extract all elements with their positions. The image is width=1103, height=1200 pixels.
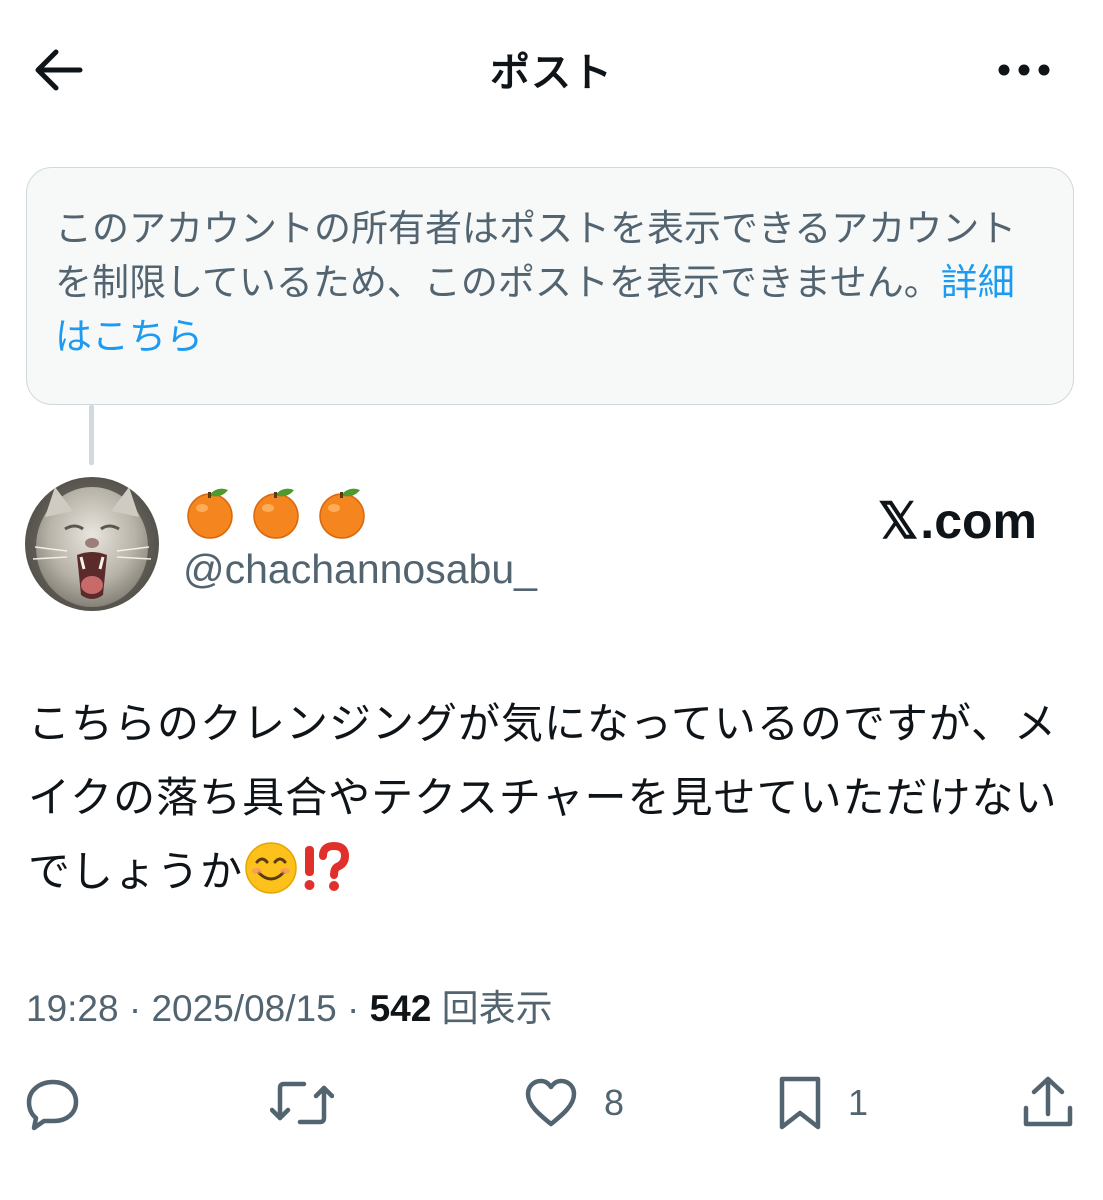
x-com-logo: 𝕏 .com xyxy=(878,492,1037,550)
share-icon xyxy=(1023,1076,1073,1127)
separator-dot: · xyxy=(346,988,360,1029)
reply-button[interactable] xyxy=(24,1068,82,1138)
bookmark-button[interactable]: 1 xyxy=(776,1068,868,1138)
display-name[interactable] xyxy=(184,482,368,542)
action-bar: 8 1 xyxy=(0,1068,1103,1138)
page-title: ポスト xyxy=(490,50,613,96)
separator-dot: · xyxy=(128,988,142,1029)
bookmark-icon xyxy=(779,1076,821,1130)
like-button[interactable]: 8 xyxy=(522,1068,624,1138)
cat-avatar-image xyxy=(25,477,159,611)
brand-suffix: .com xyxy=(920,493,1037,549)
post-metadata: 19:28 · 2025/08/15 · 542 回表示 xyxy=(26,978,553,1032)
user-handle[interactable]: @chachannosabu_ xyxy=(183,546,537,593)
tangerine-emoji xyxy=(187,488,233,539)
bookmark-count: 1 xyxy=(848,1082,869,1123)
post-date[interactable]: 2025/08/15 xyxy=(151,988,336,1029)
share-button[interactable] xyxy=(1020,1068,1076,1138)
heart-icon xyxy=(525,1078,577,1127)
more-horizontal-icon xyxy=(998,64,1050,76)
restricted-post-notice: このアカウントの所有者はポストを表示できるアカウントを制限しているため、このポス… xyxy=(26,167,1074,405)
view-count: 542 xyxy=(369,988,432,1029)
avatar[interactable] xyxy=(25,477,159,611)
post-time[interactable]: 19:28 xyxy=(26,988,119,1029)
more-options-button[interactable] xyxy=(992,52,1056,88)
tangerine-emoji xyxy=(253,488,299,539)
exclamation-question-emoji xyxy=(299,840,355,919)
smiling-face-emoji xyxy=(243,840,299,919)
repost-icon xyxy=(270,1081,334,1125)
like-count: 8 xyxy=(604,1082,625,1123)
post-text: こちらのクレンジングが気になっているのですが、メイクの落ち具合やテクスチャーを見… xyxy=(28,687,1088,919)
thread-connector-line xyxy=(89,405,94,465)
reply-icon xyxy=(26,1079,79,1131)
notice-text: このアカウントの所有者はポストを表示できるアカウントを制限しているため、このポス… xyxy=(55,207,1017,304)
view-count-label: 回表示 xyxy=(441,987,553,1030)
x-logo-icon: 𝕏 xyxy=(878,493,919,549)
repost-button[interactable] xyxy=(270,1068,334,1138)
top-bar: ポスト xyxy=(0,0,1103,140)
post-body: こちらのクレンジングが気になっているのですが、メイクの落ち具合やテクスチャーを見… xyxy=(28,699,1058,896)
tangerine-emoji xyxy=(319,488,365,539)
